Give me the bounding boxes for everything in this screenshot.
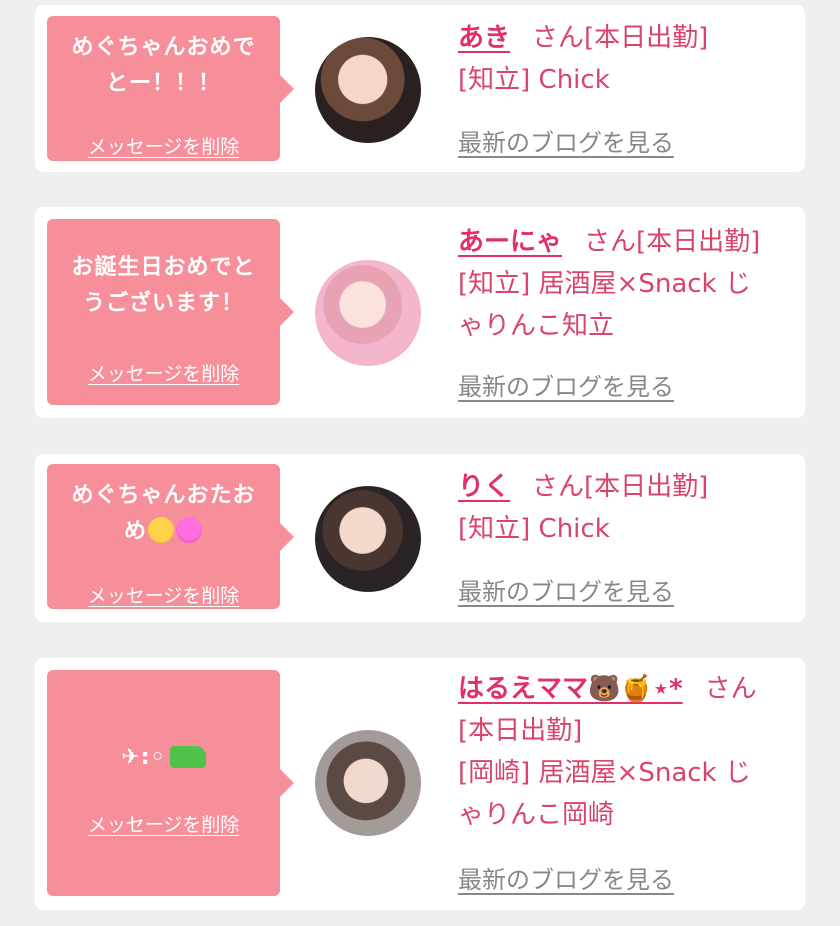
shop-label: ゃりんこ知立	[458, 311, 615, 341]
message-line: め	[123, 519, 147, 544]
cast-info: はるえママ🐻🍯⋆* さん [本日出勤] [岡崎] 居酒屋×Snack じ ゃりんこ…	[458, 668, 787, 836]
avatar[interactable]	[315, 730, 421, 836]
latest-blog-link[interactable]: 最新のブログを見る	[458, 860, 674, 895]
message-bubble: ✈︎:◦ メッセージを削除	[47, 670, 294, 896]
message-text: ✈︎:◦	[55, 740, 272, 776]
avatar[interactable]	[315, 260, 421, 366]
cast-name-link[interactable]: あーにゃ	[458, 227, 562, 257]
attendance-status: さん	[704, 674, 757, 704]
cast-info: あき さん[本日出勤] [知立] Chick	[458, 17, 787, 101]
water-pistol-icon	[169, 746, 206, 768]
cast-name-link[interactable]: あき	[458, 23, 510, 53]
shop-label: [知立] 居酒屋×Snack じ	[458, 269, 751, 299]
attendance-status: さん[本日出勤]	[532, 472, 709, 502]
avatar[interactable]	[315, 486, 421, 592]
shop-label: [知立] Chick	[458, 65, 610, 95]
smiling-cat-heart-eyes-icon	[148, 517, 174, 543]
message-bubble: めぐちゃんおたお め メッセージを削除	[47, 464, 294, 609]
message-card: めぐちゃんおめで とー！！！ メッセージを削除 あき さん[本日出勤] [知立] …	[35, 5, 805, 172]
message-bubble: めぐちゃんおめで とー！！！ メッセージを削除	[47, 16, 294, 161]
message-card: お誕生日おめでと うございます！ メッセージを削除 あーにゃ さん[本日出勤] […	[35, 207, 805, 418]
delete-message-link[interactable]: メッセージを削除	[47, 581, 280, 608]
message-card: めぐちゃんおたお め メッセージを削除 りく さん[本日出勤] [知立] Chic…	[35, 454, 805, 622]
message-text: めぐちゃんおたお め	[55, 478, 272, 550]
message-card: ✈︎:◦ メッセージを削除 はるえママ🐻🍯⋆* さん [本日出勤] [岡崎] 居酒…	[35, 658, 805, 910]
message-text: めぐちゃんおめで とー！！！	[55, 30, 272, 102]
attendance-status: [本日出勤]	[458, 716, 583, 746]
shop-label: [岡崎] 居酒屋×Snack じ	[458, 758, 751, 788]
delete-message-link[interactable]: メッセージを削除	[47, 359, 280, 386]
avatar[interactable]	[315, 37, 421, 143]
latest-blog-link[interactable]: 最新のブログを見る	[458, 367, 674, 402]
cast-info: あーにゃ さん[本日出勤] [知立] 居酒屋×Snack じ ゃりんこ知立	[458, 221, 787, 347]
shop-label: ゃりんこ岡崎	[458, 800, 615, 830]
message-line: お誕生日おめでと	[71, 255, 256, 280]
cast-name-link[interactable]: はるえママ🐻🍯⋆*	[458, 674, 683, 704]
delete-message-link[interactable]: メッセージを削除	[47, 810, 280, 837]
message-line: めぐちゃんおたお	[71, 483, 256, 508]
message-line: めぐちゃんおめで	[71, 35, 256, 60]
cast-info: りく さん[本日出勤] [知立] Chick	[458, 466, 787, 550]
message-bubble: お誕生日おめでと うございます！ メッセージを削除	[47, 219, 294, 405]
message-text: お誕生日おめでと うございます！	[55, 250, 272, 322]
latest-blog-link[interactable]: 最新のブログを見る	[458, 123, 674, 158]
message-line: とー！！！	[105, 71, 221, 96]
latest-blog-link[interactable]: 最新のブログを見る	[458, 572, 674, 607]
attendance-status: さん[本日出勤]	[584, 227, 761, 257]
cast-name-link[interactable]: りく	[458, 472, 510, 502]
pink-heart-icon	[176, 517, 202, 543]
shop-label: [知立] Chick	[458, 514, 610, 544]
delete-message-link[interactable]: メッセージを削除	[47, 132, 280, 159]
attendance-status: さん[本日出勤]	[532, 23, 709, 53]
message-list: めぐちゃんおめで とー！！！ メッセージを削除 あき さん[本日出勤] [知立] …	[0, 0, 840, 926]
message-line: うございます！	[82, 291, 244, 316]
message-line: ✈︎:◦	[121, 745, 166, 770]
